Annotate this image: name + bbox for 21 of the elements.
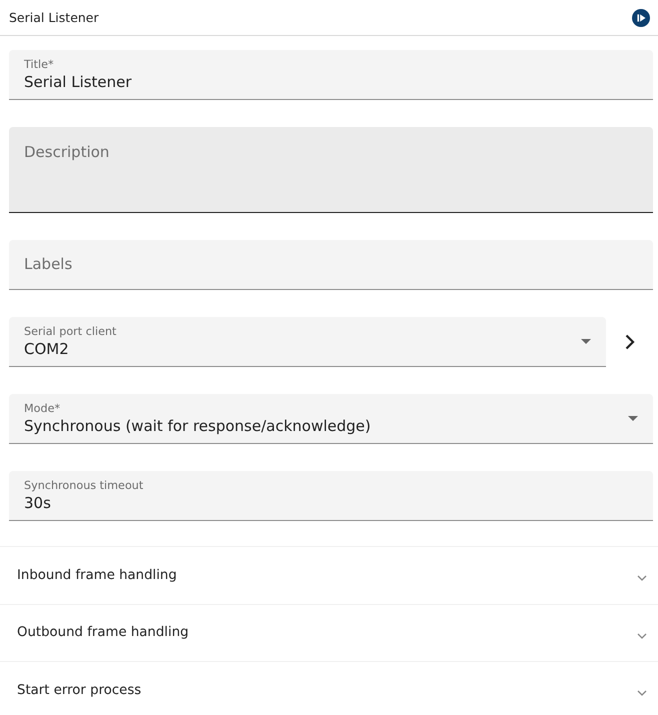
play-circle-icon[interactable] bbox=[632, 8, 650, 26]
panel-title: Serial Listener bbox=[9, 10, 99, 25]
dropdown-field[interactable]: Mode* Synchronous (wait for response/acknowledge) bbox=[9, 394, 653, 444]
dropdown-caret-icon bbox=[628, 416, 638, 421]
dropdown-field[interactable]: Serial port client COM2 bbox=[9, 317, 606, 367]
field-value: COM2 bbox=[24, 340, 69, 358]
textarea-field[interactable]: Description bbox=[9, 127, 653, 213]
field-value: Serial Listener bbox=[24, 72, 132, 92]
field-value: 30s bbox=[24, 494, 51, 512]
field-value: Synchronous (wait for response/acknowledge) bbox=[24, 416, 371, 436]
text-field[interactable]: Title* Serial Listener bbox=[9, 50, 653, 100]
text-field[interactable]: Labels bbox=[9, 240, 653, 290]
chevron-right-icon[interactable] bbox=[624, 334, 634, 350]
field-label: Labels bbox=[24, 255, 72, 274]
field-label: Mode* bbox=[24, 402, 60, 414]
dropdown-caret-icon bbox=[581, 339, 591, 344]
field-label: Synchronous timeout bbox=[24, 478, 144, 492]
field-label: Description bbox=[24, 143, 110, 162]
field-label: Title* bbox=[24, 58, 54, 70]
field-label: Serial port client bbox=[24, 324, 116, 338]
text-field[interactable]: Synchronous timeout 30s bbox=[9, 471, 653, 521]
